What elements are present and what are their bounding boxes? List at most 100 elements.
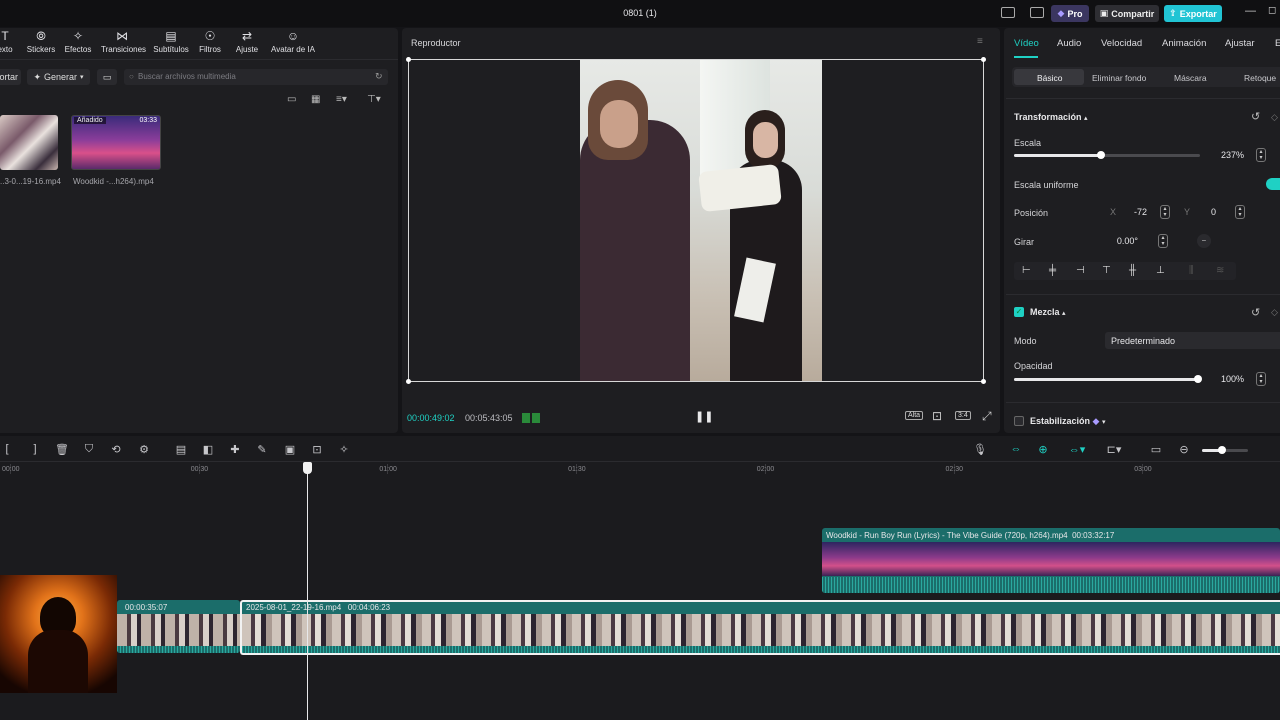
link-icon[interactable]: ⇔: [1009, 443, 1023, 455]
marker-icon[interactable]: ⛉: [82, 443, 96, 456]
stepper-icon[interactable]: ▴ ▾: [1256, 148, 1266, 162]
video-clip-selected[interactable]: 2025-08-01_22-19-16.mp4 00:04:06:23: [240, 600, 1280, 655]
align-left-icon[interactable]: ⊢: [1022, 265, 1031, 276]
resize-handle[interactable]: [981, 379, 986, 384]
toolbar-stickers[interactable]: ⦾ Stickers: [20, 30, 62, 55]
grid-view-icon[interactable]: ▦: [311, 94, 320, 105]
caption-icon[interactable]: ▭: [1149, 443, 1163, 456]
tab-4[interactable]: Ajustar: [1225, 38, 1255, 49]
magnet-icon[interactable]: ⊕: [1036, 443, 1050, 456]
pause-icon[interactable]: ❚❚: [695, 410, 713, 423]
minimize-icon[interactable]: —: [1245, 5, 1256, 17]
snapshot-icon[interactable]: ⊡: [932, 409, 942, 423]
import-button[interactable]: ortar: [0, 69, 21, 85]
keyframe-icon[interactable]: ◇: [1271, 307, 1278, 318]
align-center-h-icon[interactable]: ╪: [1049, 265, 1056, 276]
maximize-icon[interactable]: ◻: [1268, 5, 1276, 16]
ratio-button[interactable]: 3:4: [955, 411, 971, 420]
uniform-scale-toggle[interactable]: [1266, 178, 1280, 190]
video-clip[interactable]: 00:00:35:07: [117, 600, 240, 653]
hd-icon[interactable]: ▣: [283, 443, 297, 456]
preview-axis-icon[interactable]: ⊏▾: [1101, 443, 1127, 456]
resize-handle[interactable]: [406, 379, 411, 384]
reset-icon[interactable]: ↺: [1251, 306, 1260, 319]
stepper-icon[interactable]: ▴ ▾: [1158, 234, 1168, 248]
resize-handle[interactable]: [406, 57, 411, 62]
blend-checkbox[interactable]: ✓: [1014, 307, 1024, 317]
panel-icon[interactable]: [1030, 7, 1044, 18]
subtab-3[interactable]: Retoque: [1244, 73, 1276, 83]
zoom-slider[interactable]: [1202, 446, 1248, 454]
cover-thumbnail[interactable]: [0, 575, 117, 693]
loop-icon[interactable]: ⟲: [109, 443, 123, 456]
align-center-v-icon[interactable]: ╫: [1129, 265, 1136, 276]
rotate-dial-icon[interactable]: –: [1197, 234, 1211, 248]
export-icon: ⇪: [1169, 8, 1177, 18]
align-bottom-icon[interactable]: ⊥: [1156, 265, 1165, 276]
scale-slider[interactable]: [1014, 151, 1200, 159]
search-input[interactable]: ○ Buscar archivos multimedia ↻: [124, 69, 388, 85]
tab-5[interactable]: E: [1275, 38, 1280, 49]
stepper-icon[interactable]: ▴ ▾: [1256, 372, 1266, 386]
toolbar-filters[interactable]: ☉ Filtros: [189, 30, 231, 55]
slider-knob[interactable]: [1194, 375, 1202, 383]
toolbar-adjust[interactable]: ⇄ Ajuste: [226, 30, 268, 55]
freeze-icon[interactable]: ▤: [174, 443, 188, 456]
filter-icon[interactable]: ⊤▾: [367, 94, 381, 105]
split-right-icon[interactable]: ]: [28, 443, 42, 455]
delete-icon[interactable]: 🗑: [55, 443, 69, 456]
opacity-slider[interactable]: [1014, 375, 1202, 383]
snap-icon[interactable]: ⇔▾: [1064, 443, 1090, 456]
record-button[interactable]: ▭: [97, 69, 117, 85]
opacity-value[interactable]: 100%: [1206, 371, 1250, 387]
toolbar-transitions[interactable]: ⋈ Transiciones: [101, 30, 146, 55]
layout-icon[interactable]: [1001, 7, 1015, 18]
menu-icon[interactable]: ≡: [977, 36, 983, 47]
speed-icon[interactable]: ⚙: [137, 443, 151, 456]
refresh-icon[interactable]: ↻: [375, 71, 383, 82]
sort-icon[interactable]: ≡▾: [336, 94, 347, 105]
audio-clip[interactable]: Woodkid - Run Boy Run (Lyrics) - The Vib…: [822, 528, 1280, 593]
subtab-0[interactable]: Básico: [1037, 73, 1063, 83]
tab-0[interactable]: Vídeo: [1014, 38, 1039, 49]
tab-2[interactable]: Velocidad: [1101, 38, 1142, 49]
stepper-icon[interactable]: ▴ ▾: [1160, 205, 1170, 219]
split-icon[interactable]: [: [0, 443, 14, 455]
tab-1[interactable]: Audio: [1057, 38, 1081, 49]
zoom-out-icon[interactable]: ⊖: [1177, 443, 1191, 456]
share-button[interactable]: ▣ Compartir: [1095, 5, 1159, 22]
align-right-icon[interactable]: ⊣: [1076, 265, 1085, 276]
rotate-value[interactable]: 0.00°: [1106, 233, 1144, 249]
toolbar-subtitles[interactable]: ▤ Subtítulos: [150, 30, 192, 55]
mirror-icon[interactable]: ◧: [201, 443, 215, 456]
ai-icon[interactable]: ✧: [337, 443, 351, 456]
blend-mode-select[interactable]: Predeterminado: [1105, 332, 1280, 349]
tab-3[interactable]: Animación: [1162, 38, 1206, 49]
export-button[interactable]: ⇪ Exportar: [1164, 5, 1222, 22]
pro-button[interactable]: ◆ Pro: [1051, 5, 1089, 22]
fullscreen-icon[interactable]: ⤢: [982, 409, 992, 424]
slider-knob[interactable]: [1218, 446, 1226, 454]
stepper-icon[interactable]: ▴ ▾: [1235, 205, 1245, 219]
playhead-handle[interactable]: [303, 462, 312, 474]
magic-icon[interactable]: ✎: [255, 443, 269, 456]
quality-button[interactable]: Alta: [905, 411, 924, 420]
crop-icon[interactable]: ⊡: [310, 443, 324, 456]
folder-icon[interactable]: ▭: [287, 94, 296, 105]
media-thumbnail[interactable]: [0, 115, 58, 170]
toolbar-effects[interactable]: ✧ Efectos: [57, 30, 99, 55]
scale-value[interactable]: 237%: [1206, 147, 1250, 163]
subtab-2[interactable]: Máscara: [1174, 73, 1207, 83]
media-thumbnail[interactable]: Añadido 03:33: [71, 115, 161, 170]
align-top-icon[interactable]: ⊤: [1102, 265, 1111, 276]
ruler-label: 02:00: [756, 466, 775, 473]
reset-icon[interactable]: ↺: [1251, 110, 1260, 123]
toolbar-ai-avatar[interactable]: ☺ Avatar de IA: [270, 30, 316, 55]
microphone-icon[interactable]: 🎙: [973, 443, 987, 456]
person-icon[interactable]: ✚: [228, 443, 242, 456]
stabilize-checkbox[interactable]: [1014, 416, 1024, 426]
subtab-1[interactable]: Eliminar fondo: [1092, 73, 1146, 83]
generate-button[interactable]: ✦ Generar ▾: [27, 69, 90, 85]
resize-handle[interactable]: [981, 57, 986, 62]
keyframe-icon[interactable]: ◇: [1271, 112, 1278, 123]
